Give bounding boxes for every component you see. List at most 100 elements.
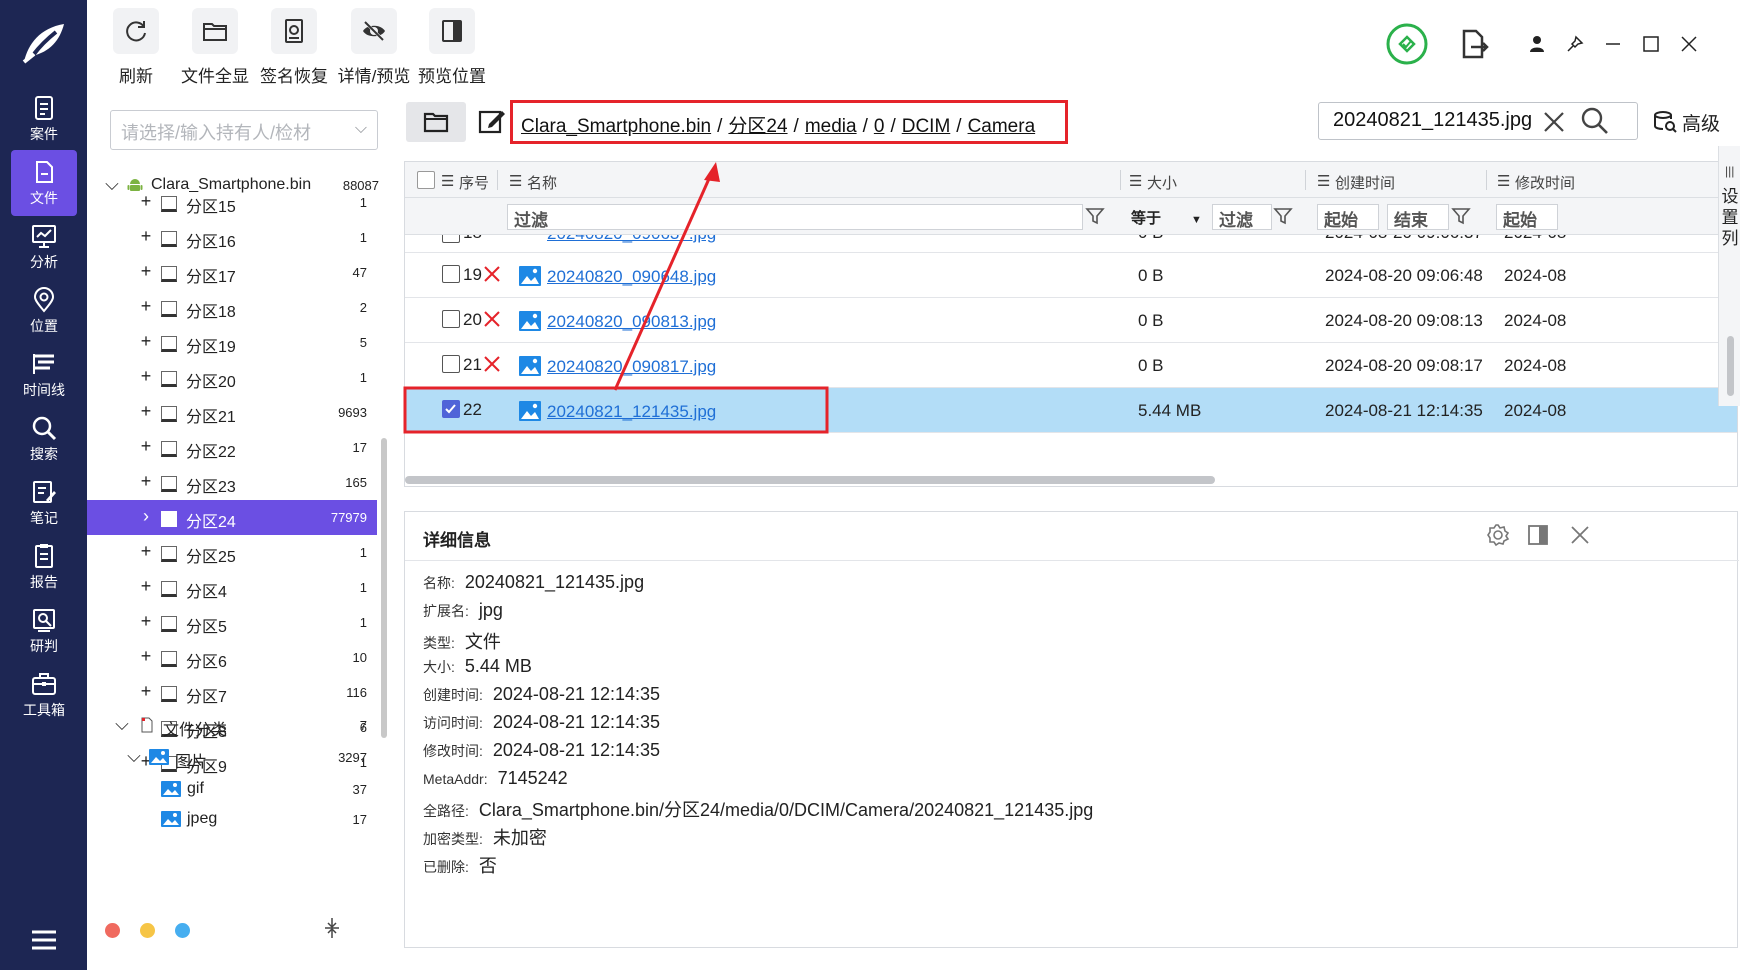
refresh-button[interactable]: 刷新 xyxy=(96,8,176,87)
column-header-index[interactable]: 序号 xyxy=(459,172,489,193)
column-menu-icon[interactable]: ☰ xyxy=(1317,172,1330,190)
created-start-input[interactable]: 起始 xyxy=(1317,204,1379,230)
table-row[interactable]: 20 20240820_090813.jpg 0 B 2024-08-20 09:08… xyxy=(405,298,1737,343)
preview-position-button[interactable]: 预览位置 xyxy=(412,8,492,87)
user-button[interactable] xyxy=(1517,24,1557,64)
tree-item-partition[interactable]: + 分区4 1 xyxy=(87,570,377,605)
chevron-right-icon[interactable]: › xyxy=(139,507,153,525)
breadcrumb-item[interactable]: Clara_Smartphone.bin xyxy=(521,116,711,137)
vertical-scrollbar[interactable] xyxy=(1727,336,1734,396)
search-icon[interactable] xyxy=(1580,106,1610,136)
tree-item-partition[interactable]: + 分区20 1 xyxy=(87,360,377,395)
expand-icon[interactable]: + xyxy=(139,577,153,595)
modified-start-input[interactable]: 起始 xyxy=(1496,204,1558,230)
expand-icon[interactable]: + xyxy=(139,472,153,490)
set-columns-panel[interactable]: ||| 设置列 xyxy=(1718,146,1740,406)
expand-icon[interactable]: + xyxy=(139,437,153,455)
nav-location[interactable]: 位置 xyxy=(11,278,77,344)
gear-icon[interactable] xyxy=(1485,522,1511,548)
owner-select[interactable]: 请选择/输入持有人/检材 ⌵ xyxy=(110,110,378,150)
tree-item-partition[interactable]: + 分区21 9693 xyxy=(87,395,377,430)
close-icon[interactable] xyxy=(1567,522,1593,548)
signature-recover-button[interactable]: 签名恢复 xyxy=(254,8,334,87)
nav-note[interactable]: 笔记 xyxy=(11,470,77,536)
column-menu-icon[interactable]: ☰ xyxy=(441,172,454,190)
nav-timeline[interactable]: 时间线 xyxy=(11,342,77,408)
breadcrumb-item[interactable]: media xyxy=(805,116,857,137)
tree-scrollbar[interactable] xyxy=(381,438,387,738)
row-checkbox[interactable] xyxy=(442,265,460,283)
select-all-checkbox[interactable] xyxy=(417,171,435,189)
horizontal-scrollbar[interactable] xyxy=(405,476,1215,484)
expand-icon[interactable]: + xyxy=(139,682,153,700)
tree-item-partition[interactable]: + 分区22 17 xyxy=(87,430,377,465)
tree-item-jpeg[interactable]: jpeg 17 xyxy=(87,802,377,828)
expand-icon[interactable]: + xyxy=(139,297,153,315)
table-row[interactable]: 22 20240821_121435.jpg 5.44 MB 2024-08-21 1… xyxy=(405,388,1737,433)
tree-item-category[interactable]: ⌵ 文件分类 7 xyxy=(87,708,377,743)
file-name-link[interactable]: 20240821_121435.jpg xyxy=(547,402,716,422)
tree-item-partition[interactable]: + 分区25 1 xyxy=(87,535,377,570)
filter-icon[interactable] xyxy=(1085,206,1105,226)
pin-button[interactable] xyxy=(1555,24,1595,64)
export-file-icon[interactable] xyxy=(1459,28,1489,60)
breadcrumb-item[interactable]: 分区24 xyxy=(728,116,787,137)
clear-search-icon[interactable] xyxy=(1540,108,1568,136)
file-name-link[interactable]: 20240820_090817.jpg xyxy=(547,357,716,377)
name-filter-input[interactable]: 过滤 xyxy=(507,204,1083,230)
column-menu-icon[interactable]: ☰ xyxy=(1497,172,1510,190)
browse-folder-button[interactable] xyxy=(406,102,466,142)
breadcrumb-item[interactable]: Camera xyxy=(968,116,1036,137)
column-menu-icon[interactable]: ☰ xyxy=(509,172,522,190)
expand-icon[interactable]: + xyxy=(139,402,153,420)
tree-item-partition[interactable]: + 分区23 165 xyxy=(87,465,377,500)
column-header-modified[interactable]: 修改时间 xyxy=(1515,172,1575,193)
shield-check-icon[interactable] xyxy=(1385,22,1429,66)
expand-icon[interactable]: + xyxy=(139,262,153,280)
tree-item-pictures[interactable]: ⌵ 图片 3297 xyxy=(87,740,377,775)
breadcrumb-item[interactable]: DCIM xyxy=(902,116,951,137)
nav-search[interactable]: 搜索 xyxy=(11,406,77,472)
expand-icon[interactable]: + xyxy=(139,192,153,210)
collapse-icon[interactable]: ⌵ xyxy=(115,715,129,733)
tree-item-partition[interactable]: + 分区7 116 xyxy=(87,675,377,710)
edit-path-icon[interactable] xyxy=(477,106,507,136)
collapse-all-icon[interactable] xyxy=(323,916,341,940)
nav-toolbox[interactable]: 工具箱 xyxy=(11,662,77,728)
close-window-button[interactable] xyxy=(1669,24,1709,64)
created-end-input[interactable]: 结束 xyxy=(1387,204,1449,230)
filter-icon[interactable] xyxy=(1273,206,1293,226)
row-checkbox[interactable] xyxy=(442,355,460,373)
menu-icon[interactable] xyxy=(30,928,58,952)
expand-icon[interactable]: + xyxy=(139,542,153,560)
size-operator-select[interactable]: 等于 ▼ xyxy=(1131,207,1202,228)
detail-preview-button[interactable]: 详情/预览 xyxy=(334,8,414,87)
column-header-created[interactable]: 创建时间 xyxy=(1335,172,1395,193)
size-filter-input[interactable]: 过滤 xyxy=(1212,204,1272,230)
nav-case[interactable]: 案件 xyxy=(11,86,77,152)
tree-item-partition[interactable]: + 分区17 47 xyxy=(87,255,377,290)
row-checkbox[interactable] xyxy=(442,235,460,243)
column-header-size[interactable]: 大小 xyxy=(1147,172,1177,193)
expand-icon[interactable]: + xyxy=(139,367,153,385)
expand-icon[interactable]: + xyxy=(139,647,153,665)
collapse-icon[interactable]: ⌵ xyxy=(127,747,141,765)
filter-icon[interactable] xyxy=(1451,206,1471,226)
nav-file[interactable]: 文件 xyxy=(11,150,77,216)
table-row[interactable]: 19 20240820_090648.jpg 0 B 2024-08-20 09:06… xyxy=(405,253,1737,298)
expand-icon[interactable]: + xyxy=(139,332,153,350)
row-checkbox[interactable] xyxy=(442,310,460,328)
row-checkbox[interactable] xyxy=(442,400,460,418)
file-name-link[interactable]: 20240820_090648.jpg xyxy=(547,267,716,287)
tree-item-partition[interactable]: + 分区5 1 xyxy=(87,605,377,640)
panel-right-icon[interactable] xyxy=(1525,522,1551,548)
tree-item-partition[interactable]: + 分区15 1 xyxy=(87,185,377,220)
breadcrumb-item[interactable]: 0 xyxy=(874,116,885,137)
expand-icon[interactable]: + xyxy=(139,612,153,630)
expand-icon[interactable]: + xyxy=(139,227,153,245)
column-menu-icon[interactable]: ☰ xyxy=(1129,172,1142,190)
column-header-name[interactable]: 名称 xyxy=(527,172,557,193)
tree-item-partition[interactable]: › 分区24 77979 xyxy=(87,500,377,535)
tree-item-partition[interactable]: + 分区19 5 xyxy=(87,325,377,360)
tree-item-partition[interactable]: + 分区16 1 xyxy=(87,220,377,255)
